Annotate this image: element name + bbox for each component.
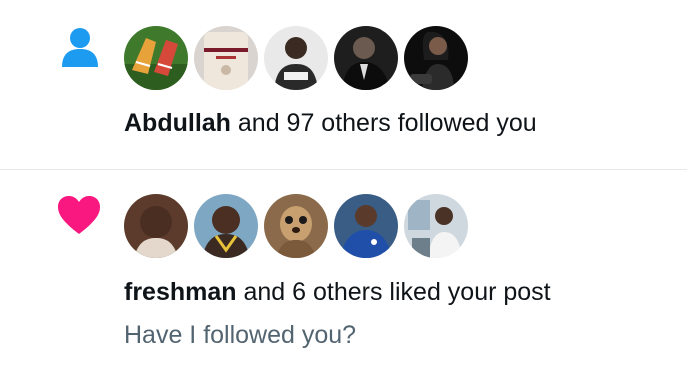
user-name[interactable]: Abdullah xyxy=(124,109,231,137)
avatar[interactable] xyxy=(194,194,258,258)
notification-text: Abdullah and 97 others followed you xyxy=(124,107,537,139)
avatar-group xyxy=(124,194,468,258)
person-icon xyxy=(60,27,100,69)
avatar[interactable] xyxy=(404,26,468,90)
notification-action: and 6 others liked your post xyxy=(236,278,551,306)
heart-icon xyxy=(56,194,102,236)
post-preview[interactable]: Have I followed you? xyxy=(124,319,356,351)
avatar[interactable] xyxy=(264,194,328,258)
avatar[interactable] xyxy=(404,194,468,258)
avatar[interactable] xyxy=(334,194,398,258)
avatar[interactable] xyxy=(334,26,398,90)
notification-follow[interactable]: Abdullah and 97 others followed you xyxy=(0,0,687,170)
notification-like[interactable]: freshman and 6 others liked your post Ha… xyxy=(0,170,687,374)
user-name[interactable]: freshman xyxy=(124,278,237,306)
avatar[interactable] xyxy=(124,194,188,258)
notification-text: freshman and 6 others liked your post xyxy=(124,276,551,308)
avatar[interactable] xyxy=(124,26,188,90)
notification-action: and 97 others followed you xyxy=(230,109,537,137)
avatar[interactable] xyxy=(264,26,328,90)
avatar-group xyxy=(124,26,468,90)
avatar[interactable] xyxy=(194,26,258,90)
